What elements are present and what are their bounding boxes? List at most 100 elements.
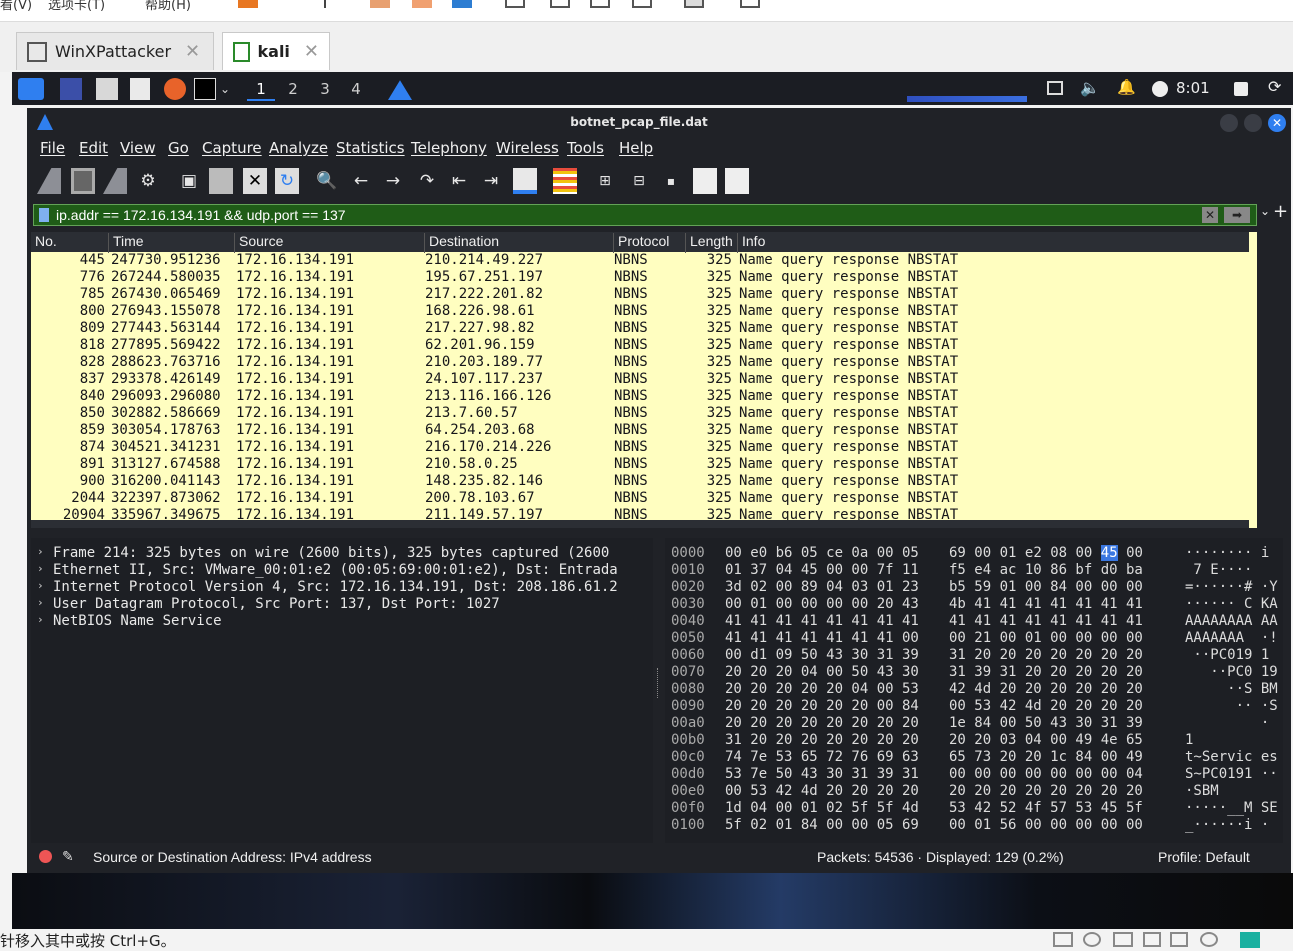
table-row[interactable]: 900 316200.041143 172.16.134.191 148.235.82… <box>31 473 1249 490</box>
chevron-right-icon[interactable]: › <box>37 579 44 592</box>
first-packet-icon[interactable]: ⇤ <box>447 168 471 194</box>
display-icon[interactable] <box>1047 81 1063 95</box>
detail-row[interactable]: › Ethernet II, Src: VMware_00:01:e2 (00:0… <box>31 562 653 579</box>
file-manager-icon[interactable] <box>96 78 118 100</box>
download-icon[interactable] <box>324 0 326 8</box>
chevron-right-icon[interactable]: › <box>37 545 44 558</box>
menu-statistics[interactable]: Statistics <box>336 139 405 157</box>
clear-filter-icon[interactable]: ✕ <box>1202 207 1218 223</box>
pane-splitter[interactable] <box>657 668 661 698</box>
table-row[interactable]: 445 247730.951236 172.16.134.191 210.214.49… <box>31 252 1249 269</box>
table-row[interactable]: 828 288623.763716 172.16.134.191 210.203.18… <box>31 354 1249 371</box>
find-packet-icon[interactable]: 🔍 <box>315 168 339 194</box>
logout-icon[interactable]: ⟳ <box>1268 77 1284 99</box>
text-editor-icon[interactable] <box>130 78 150 100</box>
apply-filter-icon[interactable]: ➡ <box>1224 207 1250 223</box>
menu-telephony[interactable]: Telephony <box>411 139 487 157</box>
col-source[interactable]: Source <box>234 233 283 253</box>
table-row[interactable]: 874 304521.341231 172.16.134.191 216.170.21… <box>31 439 1249 456</box>
vm-tab-kali[interactable]: kali ✕ <box>222 32 330 70</box>
hdd-icon[interactable] <box>1053 932 1073 947</box>
menu-capture[interactable]: Capture <box>202 139 262 157</box>
stretch-icon[interactable] <box>632 0 652 8</box>
table-row[interactable]: 850 302882.586669 172.16.134.191 213.7.60.5… <box>31 405 1249 422</box>
display-filter-input[interactable]: ip.addr == 172.16.134.191 && udp.port ==… <box>33 204 1257 226</box>
chevron-right-icon[interactable]: › <box>37 613 44 626</box>
workspace-1[interactable]: 1 <box>247 77 275 101</box>
library-icon[interactable] <box>740 0 760 8</box>
table-row[interactable]: 809 277443.563144 172.16.134.191 217.227.98… <box>31 320 1249 337</box>
terminal-icon[interactable] <box>194 78 216 100</box>
go-to-packet-icon[interactable]: ↷ <box>415 168 439 194</box>
packet-bytes[interactable]: 0000 00 e0 b6 05 ce 0a 00 05 69 00 01 e2 0… <box>665 538 1283 843</box>
display-fit-icon[interactable] <box>1240 932 1260 948</box>
vm-tab-winxpattacker[interactable]: WinXPattacker ✕ <box>16 32 214 70</box>
filter-dropdown-icon[interactable]: ⌄ <box>1260 204 1270 218</box>
restart-capture-icon[interactable] <box>103 168 127 194</box>
zoom-in-icon[interactable]: ⊞ <box>593 168 617 194</box>
close-icon[interactable]: ✕ <box>185 41 200 62</box>
host-menu-help[interactable]: 帮助(H) <box>145 0 191 13</box>
menu-help[interactable]: Help <box>619 139 653 157</box>
stop-capture-icon[interactable] <box>71 168 95 194</box>
workspace-2[interactable]: 2 <box>279 77 307 101</box>
chevron-right-icon[interactable]: › <box>37 596 44 609</box>
vertical-scrollbar[interactable] <box>1249 232 1257 528</box>
colorize-icon[interactable] <box>553 168 577 194</box>
table-row[interactable]: 785 267430.065469 172.16.134.191 217.222.20… <box>31 286 1249 303</box>
table-row[interactable]: 818 277895.569422 172.16.134.191 62.201.96.… <box>31 337 1249 354</box>
table-row[interactable]: 776 267244.580035 172.16.134.191 195.67.251… <box>31 269 1249 286</box>
col-length[interactable]: Length <box>685 233 733 253</box>
menu-view[interactable]: View <box>120 139 156 157</box>
sound-icon[interactable] <box>1170 932 1188 947</box>
detail-row[interactable]: › NetBIOS Name Service <box>31 613 653 630</box>
unity-icon[interactable] <box>590 0 610 8</box>
reload-file-icon[interactable]: ↻ <box>275 168 299 194</box>
expert-info-icon[interactable] <box>39 850 52 863</box>
snapshot-manager-icon[interactable] <box>452 0 472 8</box>
packet-list[interactable]: No. Time Source Destination Protocol Len… <box>31 232 1249 528</box>
start-capture-icon[interactable] <box>37 168 61 194</box>
open-file-icon[interactable]: ▣ <box>177 168 201 194</box>
table-row[interactable]: 891 313127.674588 172.16.134.191 210.58.0.2… <box>31 456 1249 473</box>
firefox-icon[interactable] <box>164 78 186 100</box>
workspace-3[interactable]: 3 <box>311 77 339 101</box>
col-protocol[interactable]: Protocol <box>613 233 669 253</box>
lock-icon[interactable] <box>1234 82 1248 96</box>
host-menu-tabs[interactable]: 选项卡(T) <box>48 0 105 13</box>
detail-row[interactable]: › Internet Protocol Version 4, Src: 172.1… <box>31 579 653 596</box>
cdrom-icon[interactable] <box>1083 932 1101 947</box>
view-console-icon[interactable] <box>505 0 525 8</box>
go-back-icon[interactable]: ← <box>349 168 373 194</box>
printer-icon[interactable] <box>1200 932 1218 947</box>
capture-options-icon[interactable]: ⚙ <box>136 168 160 194</box>
horizontal-scrollbar[interactable] <box>31 520 1249 528</box>
table-row[interactable]: 800 276943.155078 172.16.134.191 168.226.98… <box>31 303 1249 320</box>
menu-tools[interactable]: Tools <box>567 139 604 157</box>
power-manager-icon[interactable] <box>1152 81 1168 97</box>
usb-icon[interactable] <box>1143 932 1161 947</box>
workspace-4[interactable]: 4 <box>342 77 370 101</box>
close-button[interactable]: ✕ <box>1268 114 1286 132</box>
chevron-right-icon[interactable]: › <box>37 562 44 575</box>
go-forward-icon[interactable]: → <box>381 168 405 194</box>
zoom-out-icon[interactable]: ⊟ <box>627 168 651 194</box>
volume-icon[interactable]: 🔈 <box>1080 78 1100 100</box>
thumbnail-icon[interactable] <box>684 0 704 8</box>
minimize-button[interactable] <box>1220 114 1238 132</box>
packet-details[interactable]: › Frame 214: 325 bytes on wire (2600 bits… <box>31 538 653 843</box>
close-icon[interactable]: ✕ <box>304 41 319 62</box>
col-no[interactable]: No. <box>31 233 57 253</box>
wireshark-task-icon[interactable] <box>388 80 412 100</box>
bookmark-icon[interactable] <box>39 208 49 222</box>
show-desktop-icon[interactable] <box>60 78 82 100</box>
pause-icon[interactable] <box>238 0 258 8</box>
menu-edit[interactable]: Edit <box>79 139 108 157</box>
host-menu-view[interactable]: 看(V) <box>0 0 32 13</box>
table-row[interactable]: 837 293378.426149 172.16.134.191 24.107.117… <box>31 371 1249 388</box>
save-file-icon[interactable] <box>209 168 233 194</box>
table-row[interactable]: 2044 322397.873062 172.16.134.191 200.78.10… <box>31 490 1249 507</box>
snapshot-icon[interactable] <box>412 0 432 8</box>
autoscroll-icon[interactable] <box>513 168 537 194</box>
col-info[interactable]: Info <box>737 233 765 253</box>
